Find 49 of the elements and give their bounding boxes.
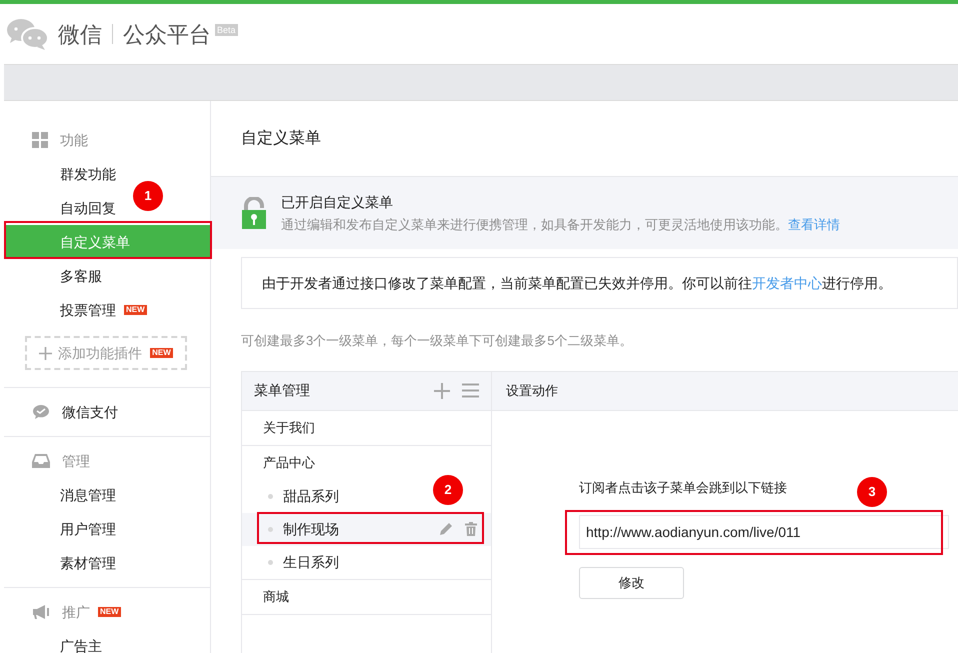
submenu-item[interactable]: 制作现场 — [242, 512, 491, 546]
panel-title: 菜单管理 — [254, 381, 311, 400]
sidebar-item[interactable]: 用户管理 — [4, 512, 116, 546]
bullet-icon — [268, 494, 273, 498]
add-plugin-button[interactable]: 添加功能插件 NEW — [25, 336, 187, 370]
sidebar-item[interactable]: 素材管理 — [4, 546, 116, 580]
modify-button[interactable]: 修改 — [579, 567, 684, 599]
sidebar-item[interactable]: 消息管理 — [4, 478, 116, 512]
chat-check-icon — [32, 404, 50, 420]
new-badge: NEW — [98, 607, 121, 617]
url-field[interactable]: http://www.aodianyun.com/live/011 — [579, 515, 949, 549]
submenu-item[interactable]: 甜品系列 — [242, 480, 353, 512]
bullet-icon — [268, 560, 273, 564]
notice-box: 由于开发者通过接口修改了菜单配置，当前菜单配置已失效并停用。你可以前往开发者中心进行停用。 — [241, 257, 958, 309]
menu-icon[interactable] — [462, 383, 479, 398]
new-badge: NEW — [124, 305, 147, 315]
callout-badge: 3 — [857, 477, 887, 507]
callout-badge: 1 — [133, 181, 163, 211]
logo-icon — [6, 17, 50, 51]
padlock-icon — [242, 197, 266, 229]
link-instruction: 订阅者点击该子菜单会跳到以下链接 — [579, 478, 787, 496]
sidebar-item[interactable]: 多客服 — [4, 259, 102, 293]
sidebar-item[interactable]: 广告主 — [4, 629, 102, 653]
sidebar-item[interactable]: 群发功能 — [4, 157, 116, 191]
section-label: 管理 — [62, 452, 90, 470]
section-label: 功能 — [60, 130, 88, 150]
trash-icon[interactable] — [465, 522, 477, 536]
status-title: 已开启自定义菜单 — [281, 192, 394, 212]
menu-item[interactable]: 商城 — [242, 580, 491, 614]
panel-title: 设置动作 — [506, 382, 558, 400]
section-label[interactable]: 微信支付 — [62, 402, 118, 422]
pencil-icon[interactable] — [439, 522, 453, 536]
callout-badge: 2 — [433, 475, 463, 505]
section-label: 推广 — [62, 602, 90, 622]
brand-name: 微信 — [58, 20, 102, 48]
bullet-icon — [268, 526, 273, 532]
product-name: 公众平台 — [123, 20, 211, 48]
status-description: 通过编辑和发布自定义菜单来进行便携管理，如具备开发能力，可更灵活地使用该功能。查看详情 — [281, 216, 840, 234]
sidebar-item[interactable]: 投票管理 NEW — [4, 293, 147, 327]
add-icon[interactable] — [433, 382, 451, 400]
submenu-item[interactable]: 生日系列 — [242, 546, 353, 578]
menu-limit-hint: 可创建最多3个一级菜单，每个一级菜单下可创建最多5个二级菜单。 — [241, 332, 634, 350]
plus-icon — [39, 346, 52, 360]
sidebar-item[interactable]: 自动回复 — [4, 191, 116, 225]
menu-item[interactable]: 关于我们 — [242, 410, 491, 444]
new-badge: NEW — [150, 348, 173, 358]
grid-icon — [32, 132, 48, 148]
megaphone-icon — [32, 604, 50, 620]
tray-icon — [32, 453, 50, 469]
